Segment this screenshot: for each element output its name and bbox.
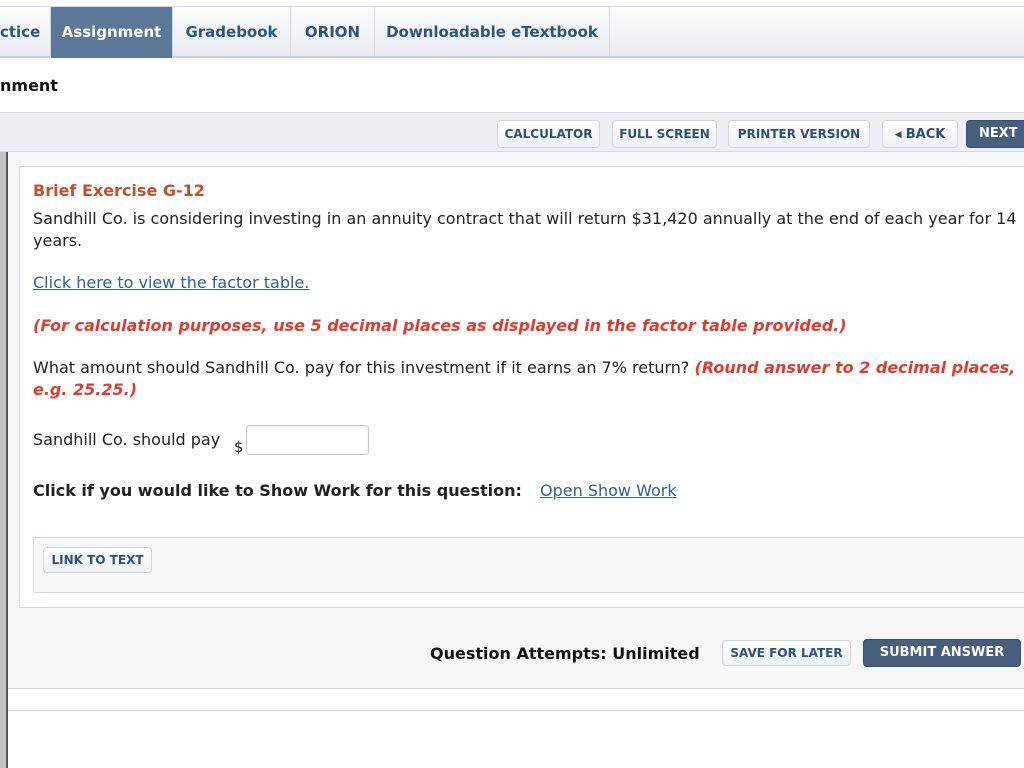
question-ask: What amount should Sandhill Co. pay for … — [33, 357, 1023, 401]
back-arrow-icon: ◀ — [894, 130, 902, 140]
round-example: e.g. 25.25.) — [33, 380, 138, 399]
prompt-line-2: years. — [33, 231, 83, 250]
submit-answer-button[interactable]: SUBMIT ANSWER — [863, 639, 1021, 667]
open-show-work-link[interactable]: Open Show Work — [540, 481, 677, 500]
currency-symbol: $ — [234, 438, 244, 456]
course-tab-bar: ctice Assignment Gradebook ORION Downloa… — [0, 6, 1024, 58]
question-prompt: Sandhill Co. is considering investing in… — [33, 208, 1017, 252]
ask-text: What amount should Sandhill Co. pay for … — [33, 358, 690, 377]
show-work-label: Click if you would like to Show Work for… — [33, 481, 522, 500]
question-title: Brief Exercise G-12 — [33, 181, 205, 200]
divider — [8, 710, 1024, 711]
tab-assignment[interactable]: Assignment — [51, 7, 173, 58]
next-label: NEXT — [979, 126, 1018, 141]
calculator-button[interactable]: CALCULATOR — [497, 120, 600, 148]
question-toolbar: CALCULATOR FULL SCREEN PRINTER VERSION ◀… — [0, 112, 1024, 152]
next-button[interactable]: NEXT — [966, 120, 1024, 148]
prompt-line-1: Sandhill Co. is considering investing in… — [33, 209, 1017, 228]
resources-box: LINK TO TEXT — [33, 537, 1024, 593]
tab-practice[interactable]: ctice — [0, 7, 51, 58]
tab-orion[interactable]: ORION — [291, 7, 375, 58]
save-for-later-button[interactable]: SAVE FOR LATER — [722, 640, 851, 666]
answer-label: Sandhill Co. should pay — [33, 430, 221, 449]
tab-gradebook[interactable]: Gradebook — [173, 7, 291, 58]
printer-version-button[interactable]: PRINTER VERSION — [728, 120, 870, 148]
round-note: (Round answer to 2 decimal places, — [694, 358, 1016, 377]
back-label: BACK — [905, 127, 946, 142]
factor-table-link[interactable]: Click here to view the factor table. — [33, 273, 309, 292]
left-scroll-rail — [0, 152, 8, 768]
calculation-note: (For calculation purposes, use 5 decimal… — [33, 316, 847, 335]
link-to-text-button[interactable]: LINK TO TEXT — [43, 547, 152, 573]
tab-downloadable-etextbook[interactable]: Downloadable eTextbook — [375, 7, 610, 58]
answer-input[interactable] — [246, 425, 369, 455]
page-title: nment — [0, 76, 58, 95]
question-attempts: Question Attempts: Unlimited — [430, 644, 700, 663]
full-screen-button[interactable]: FULL SCREEN — [612, 120, 717, 148]
back-button[interactable]: ◀ BACK — [882, 120, 958, 148]
